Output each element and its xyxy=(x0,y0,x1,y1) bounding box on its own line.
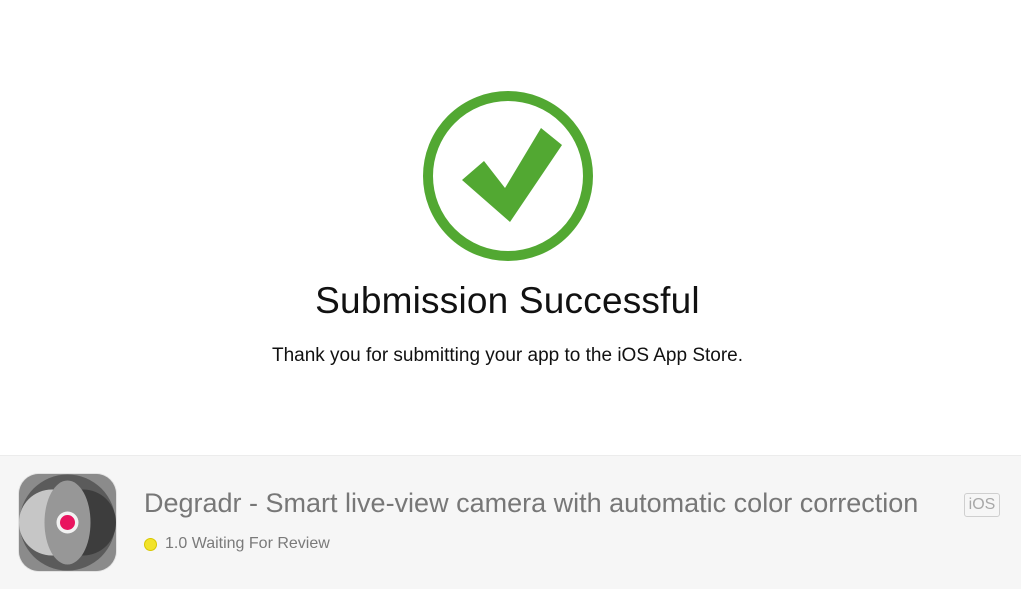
status-dot-icon xyxy=(144,537,157,551)
status-text: 1.0 Waiting For Review xyxy=(165,535,330,552)
submission-page: Submission Successful Thank you for subm… xyxy=(0,0,1021,589)
success-ring xyxy=(423,91,593,261)
confirmation-panel: Submission Successful Thank you for subm… xyxy=(0,0,1021,455)
degradr-app-icon xyxy=(19,474,116,571)
checkmark-circle-icon xyxy=(421,89,595,263)
app-name-link[interactable]: Degradr - Smart live-view camera with au… xyxy=(144,488,918,519)
platform-badge: iOS xyxy=(964,493,1000,517)
app-summary-row[interactable]: Degradr - Smart live-view camera with au… xyxy=(0,455,1021,589)
app-icon-graphic xyxy=(19,474,116,571)
page-title: Submission Successful xyxy=(315,280,700,321)
app-status: 1.0 Waiting For Review xyxy=(144,534,330,554)
success-check xyxy=(462,128,562,222)
confirmation-message: Thank you for submitting your app to the… xyxy=(271,345,744,366)
checkmark-circle-graphic xyxy=(423,91,593,261)
record-dot-icon xyxy=(60,515,75,530)
